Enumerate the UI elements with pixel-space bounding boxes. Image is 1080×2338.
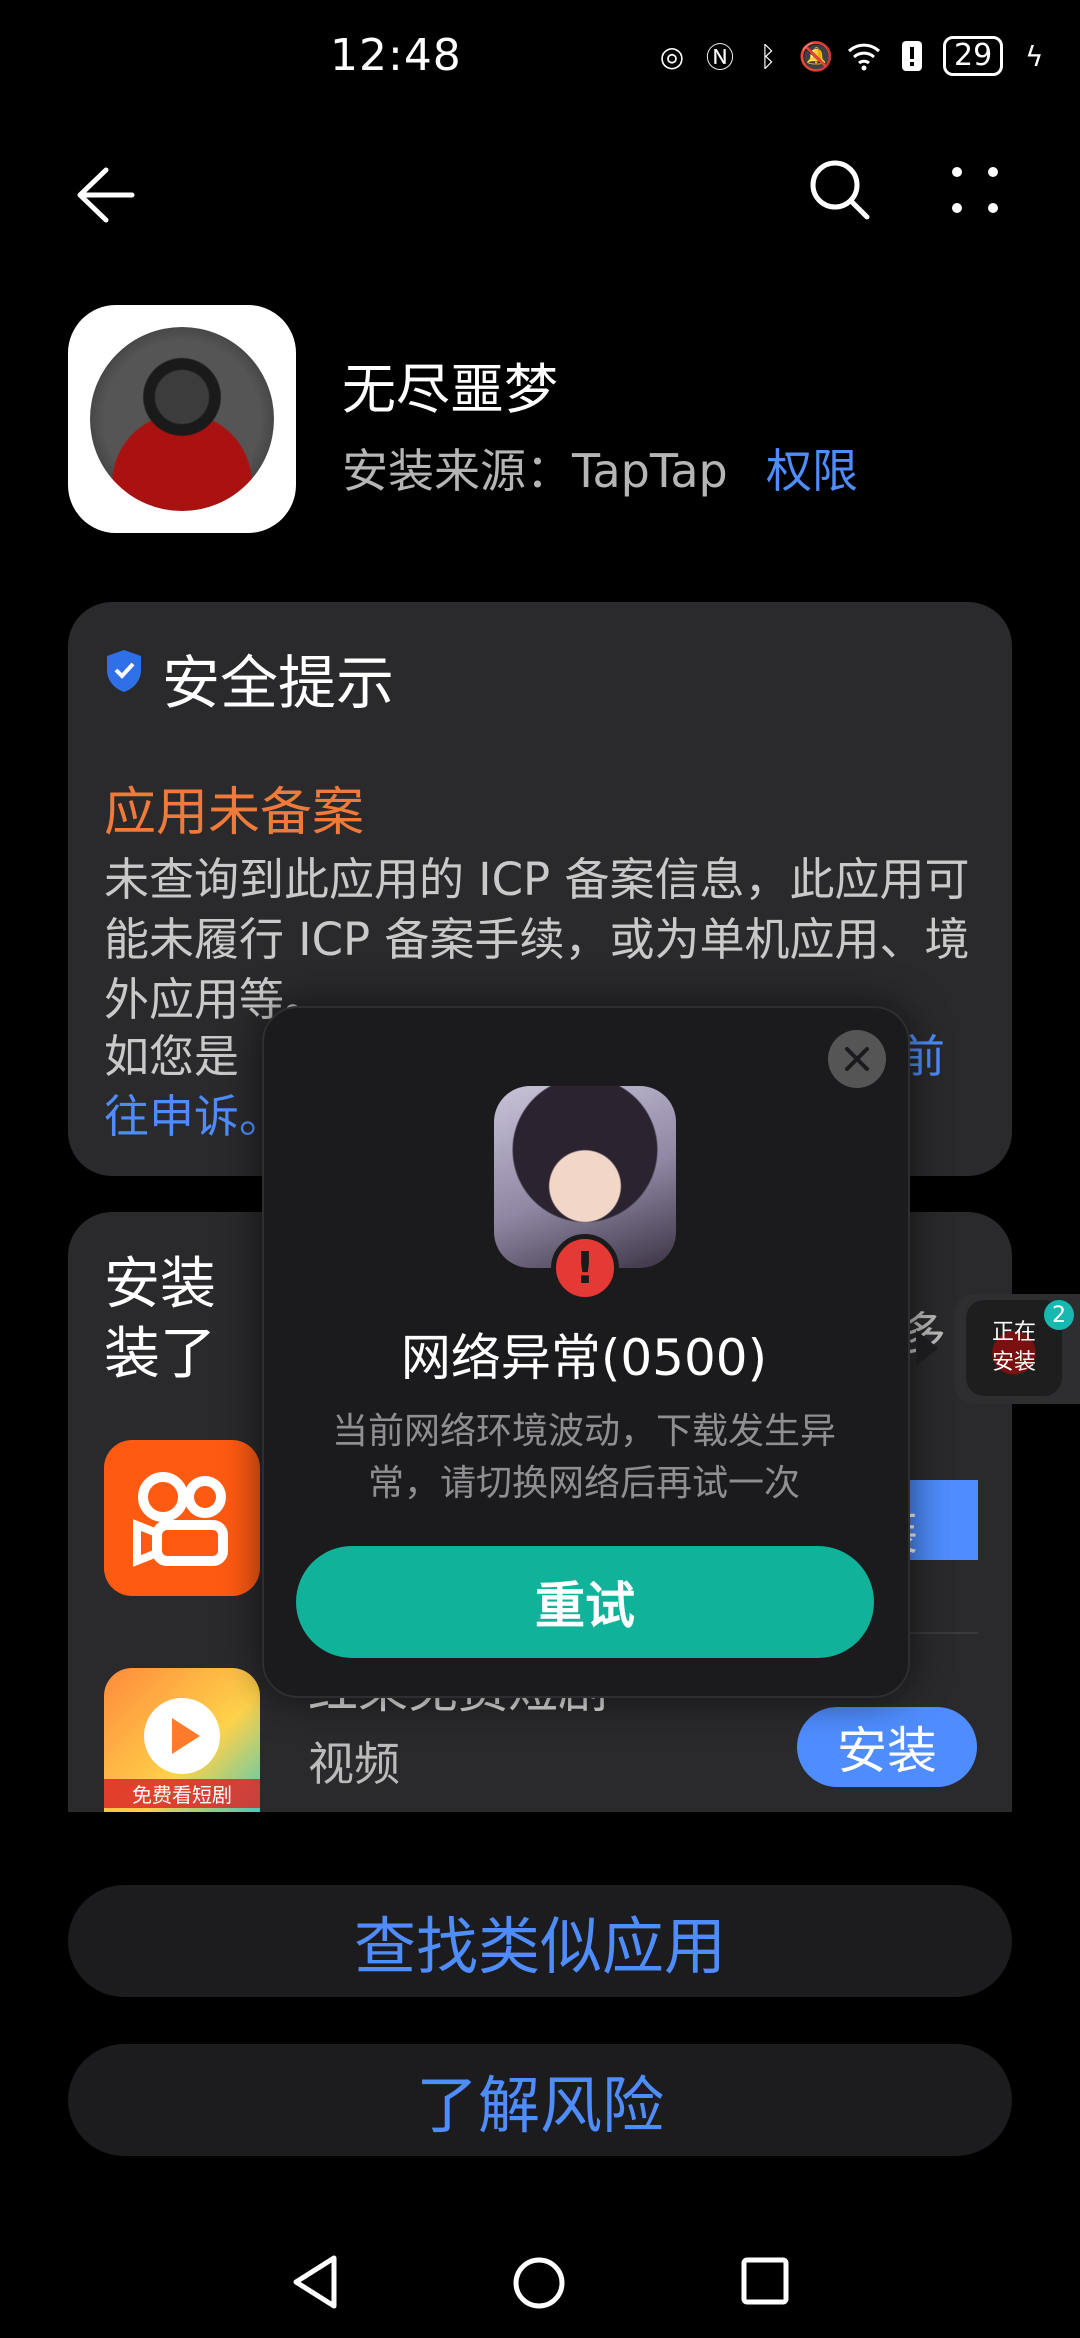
- bluetooth-icon: ᛒ: [759, 39, 777, 73]
- find-similar-button[interactable]: 查找类似应用: [68, 1885, 1012, 1997]
- alert-icon: [895, 39, 929, 73]
- security-body: 未查询到此应用的 ICP 备案信息，此应用可能未履行 ICP 备案手续，或为单机…: [104, 853, 970, 1026]
- security-line-partial: 如您是: [104, 1030, 240, 1083]
- error-badge-icon: !: [551, 1234, 619, 1302]
- dialog-title: 网络异常(0500): [400, 1329, 768, 1387]
- installing-label-1: 正在: [991, 1320, 1036, 1345]
- security-title: 安全提示: [162, 649, 395, 717]
- app-icon-artwork: [90, 327, 274, 511]
- kuaishou-app-icon[interactable]: [104, 1440, 260, 1596]
- security-subtitle: 应用未备案: [104, 783, 365, 843]
- wifi-icon: [847, 39, 881, 73]
- battery-indicator: 29: [943, 36, 1004, 76]
- app-icon: [68, 305, 296, 533]
- shield-check-icon: [104, 648, 144, 694]
- vpn-icon: ◎: [659, 39, 685, 73]
- close-icon[interactable]: [828, 1030, 886, 1088]
- back-arrow-icon[interactable]: [70, 160, 140, 230]
- permissions-link[interactable]: 权限: [766, 435, 858, 501]
- installing-count-badge: 2: [1044, 1300, 1074, 1330]
- nfc-icon: Ⓝ: [705, 41, 734, 74]
- nav-home-icon[interactable]: [512, 2256, 566, 2310]
- app2-category: 视频: [308, 1737, 400, 1791]
- app-source: 安装来源：TapTap: [342, 444, 728, 498]
- nav-recents-icon[interactable]: [740, 2256, 790, 2306]
- install-button-app2[interactable]: 安装: [797, 1707, 977, 1787]
- search-icon[interactable]: [805, 155, 875, 225]
- app2-tag: 免费看短剧: [104, 1779, 260, 1808]
- learn-risk-button[interactable]: 了解风险: [68, 2044, 1012, 2156]
- status-icons: ◎ Ⓝ ᛒ 🔕 29 ϟ: [655, 36, 1051, 76]
- dialog-message: 当前网络环境波动，下载发生异常，请切换网络后再试一次: [331, 1411, 836, 1504]
- app-name: 无尽噩梦: [342, 358, 558, 421]
- installing-label-2: 安装: [991, 1350, 1036, 1375]
- retry-button[interactable]: 重试: [296, 1546, 874, 1658]
- more-options-icon[interactable]: [945, 160, 1005, 220]
- dialog-pointer: [916, 1330, 938, 1366]
- hongguo-app-icon[interactable]: 免费看短剧: [104, 1668, 260, 1812]
- appeal-link[interactable]: 往申诉。: [104, 1080, 284, 1145]
- mute-icon: 🔕: [798, 39, 834, 73]
- nav-back-icon[interactable]: [290, 2254, 340, 2310]
- status-time: 12:48: [330, 30, 462, 81]
- charging-icon: ϟ: [1024, 39, 1044, 73]
